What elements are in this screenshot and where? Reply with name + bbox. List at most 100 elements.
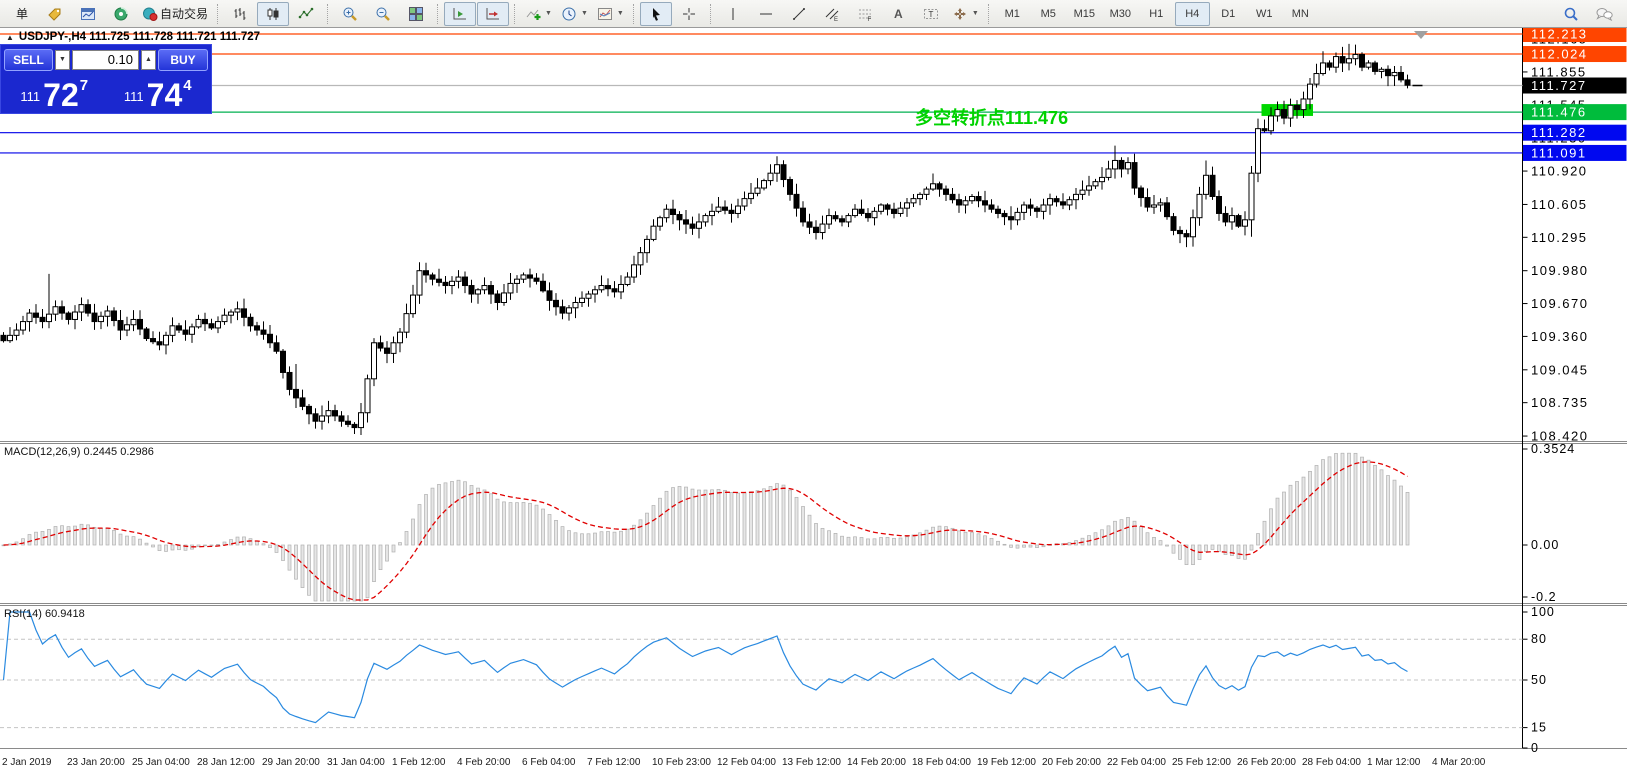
toolbar-separator xyxy=(710,4,712,24)
chart-canvas[interactable]: 112.165111.855111.545111.230110.920110.6… xyxy=(0,0,1627,774)
tab-timeframe-h4[interactable]: H4 xyxy=(1175,2,1210,26)
time-axis-label: 6 Feb 04:00 xyxy=(522,757,576,768)
sell-button[interactable]: SELL xyxy=(4,49,53,71)
buy-price-handle: 111 xyxy=(124,89,144,104)
tab-timeframe-h1[interactable]: H1 xyxy=(1139,2,1174,26)
chart-title: ▲ USDJPY-,H4 111.725 111.728 111.721 111… xyxy=(6,31,260,43)
tab-timeframe-mn[interactable]: MN xyxy=(1283,2,1318,26)
sell-price-pip: 7 xyxy=(80,77,88,94)
toolbar-separator xyxy=(514,4,516,24)
pivot-annotation-text[interactable]: 多空转折点111.476 xyxy=(915,104,1068,130)
chevron-down-icon: ▼ xyxy=(545,10,552,17)
fibonacci-button[interactable]: F xyxy=(849,2,881,26)
tab-timeframe-m5[interactable]: M5 xyxy=(1031,2,1066,26)
time-axis-label: 7 Feb 12:00 xyxy=(587,757,641,768)
indicators-button[interactable]: ▼ xyxy=(521,2,556,26)
volume-input[interactable] xyxy=(72,50,139,70)
price-tick-label: 110.920 xyxy=(1531,164,1588,179)
tab-timeframe-m30[interactable]: M30 xyxy=(1103,2,1138,26)
time-axis-label: 31 Jan 04:00 xyxy=(327,757,385,768)
trendline-button[interactable] xyxy=(783,2,815,26)
rsi-axis-label: 100 xyxy=(1531,605,1555,619)
sell-price-main: 72 xyxy=(43,82,79,108)
macd-main-value: 0.2445 xyxy=(83,446,117,458)
macd-histogram xyxy=(2,453,1409,601)
bar-chart-button[interactable] xyxy=(224,2,256,26)
buy-button[interactable]: BUY xyxy=(158,49,208,71)
price-tick-label: 109.670 xyxy=(1531,296,1589,311)
rsi-axis-label: 15 xyxy=(1531,721,1547,735)
equidistant-channel-button[interactable]: E xyxy=(816,2,848,26)
tab-timeframe-m1[interactable]: M1 xyxy=(995,2,1030,26)
toolbar-separator xyxy=(988,4,990,24)
autotrading-button[interactable]: 自动交易 xyxy=(138,2,212,26)
radar-signal-icon[interactable] xyxy=(105,2,137,26)
chevron-down-icon: ▼ xyxy=(617,10,624,17)
zoom-in-button[interactable] xyxy=(334,2,366,26)
new-order-button-partial[interactable]: 单 xyxy=(6,2,38,26)
time-axis-label: 22 Feb 04:00 xyxy=(1107,757,1166,768)
price-tick-label: 109.360 xyxy=(1531,329,1589,344)
buy-price[interactable]: 111744 xyxy=(108,73,209,110)
chart-shift-button[interactable] xyxy=(477,2,509,26)
sell-price[interactable]: 111727 xyxy=(4,73,105,110)
main-toolbar: 单 自动交易 ▼ ▼ xyxy=(0,0,1627,28)
rsi-value: 60.9418 xyxy=(45,608,85,620)
rsi-indicator-label: RSI(14) 60.9418 xyxy=(4,608,85,620)
time-axis-label: 2 Jan 2019 xyxy=(2,757,52,768)
one-click-trading-panel: SELL ▼ ▲ BUY 111727 111744 xyxy=(0,44,212,114)
buy-price-pip: 4 xyxy=(183,77,191,94)
svg-text:E: E xyxy=(834,17,838,22)
auto-scroll-button[interactable] xyxy=(444,2,476,26)
candlestick-chart-button[interactable] xyxy=(257,2,289,26)
toolbar-separator xyxy=(327,4,329,24)
time-axis-label: 26 Feb 20:00 xyxy=(1237,757,1296,768)
rsi-name: RSI(14) xyxy=(4,608,42,620)
chat-icon[interactable] xyxy=(1589,2,1621,26)
sell-price-handle: 111 xyxy=(20,89,40,104)
price-line-label: 112.024 xyxy=(1531,47,1588,62)
arrows-button[interactable]: ▼ xyxy=(948,2,983,26)
price-line-label: 111.727 xyxy=(1531,78,1587,93)
price-line-label: 112.213 xyxy=(1531,27,1588,42)
horizontal-line-button[interactable] xyxy=(750,2,782,26)
time-axis-label: 1 Mar 12:00 xyxy=(1367,757,1421,768)
rsi-axis-label: 50 xyxy=(1531,673,1547,687)
price-tick-label: 109.980 xyxy=(1531,263,1589,278)
time-axis-label: 12 Feb 04:00 xyxy=(717,757,776,768)
chart-shift-marker[interactable] xyxy=(1414,31,1428,39)
volume-decrease-button[interactable]: ▼ xyxy=(55,50,70,70)
chevron-down-icon: ▼ xyxy=(581,10,588,17)
svg-text:A: A xyxy=(894,7,903,21)
time-axis-label: 25 Jan 04:00 xyxy=(132,757,190,768)
templates-button[interactable]: ▼ xyxy=(593,2,628,26)
time-axis-label: 28 Jan 12:00 xyxy=(197,757,255,768)
new-order-icon[interactable] xyxy=(39,2,71,26)
svg-text:T: T xyxy=(928,10,933,19)
periods-button[interactable]: ▼ xyxy=(557,2,592,26)
text-button[interactable]: A xyxy=(882,2,914,26)
line-chart-button[interactable] xyxy=(290,2,322,26)
tab-timeframe-w1[interactable]: W1 xyxy=(1247,2,1282,26)
macd-name: MACD(12,26,9) xyxy=(4,446,80,458)
search-icon[interactable] xyxy=(1556,2,1588,26)
tab-timeframe-m15[interactable]: M15 xyxy=(1067,2,1102,26)
text-label-button[interactable]: T xyxy=(915,2,947,26)
expand-triangle-icon[interactable]: ▲ xyxy=(6,33,14,42)
time-axis-label: 18 Feb 04:00 xyxy=(912,757,971,768)
new-chart-window-icon[interactable] xyxy=(72,2,104,26)
tab-timeframe-d1[interactable]: D1 xyxy=(1211,2,1246,26)
chart-title-text: USDJPY-,H4 111.725 111.728 111.721 111.7… xyxy=(19,31,260,43)
volume-increase-button[interactable]: ▲ xyxy=(141,50,156,70)
price-line-label: 111.476 xyxy=(1531,105,1587,120)
toolbar-separator xyxy=(437,4,439,24)
macd-indicator-label: MACD(12,26,9) 0.2445 0.2986 xyxy=(4,446,154,458)
vertical-line-button[interactable] xyxy=(717,2,749,26)
rsi-axis-label: 80 xyxy=(1531,632,1547,646)
buy-price-main: 74 xyxy=(147,82,183,108)
cursor-button[interactable] xyxy=(640,2,672,26)
zoom-out-button[interactable] xyxy=(367,2,399,26)
tile-windows-button[interactable] xyxy=(400,2,432,26)
crosshair-button[interactable] xyxy=(673,2,705,26)
price-tick-label: 109.045 xyxy=(1531,362,1589,377)
